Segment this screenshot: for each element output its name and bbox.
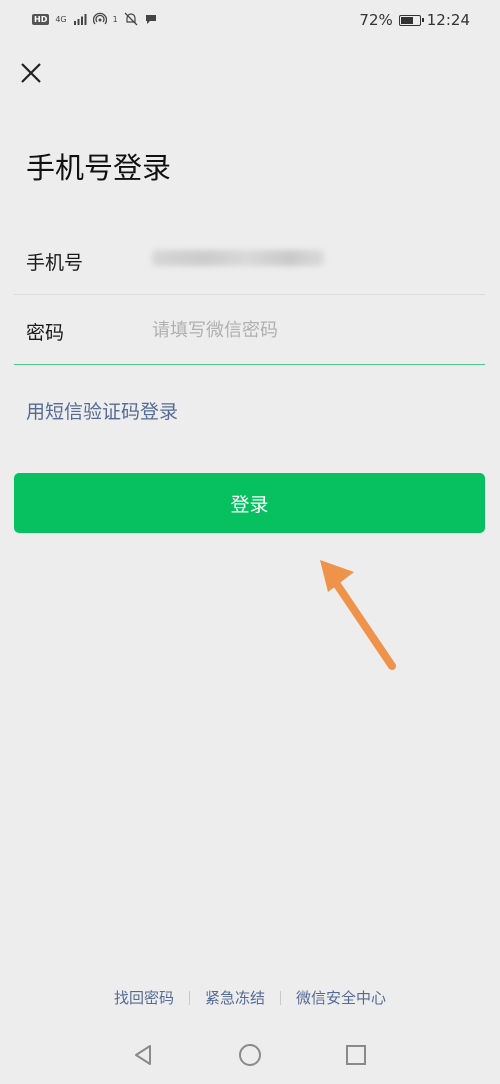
- square-recent-icon[interactable]: [343, 1042, 369, 1068]
- phone-row: 手机号: [14, 226, 485, 295]
- battery-percent: 72%: [359, 11, 393, 29]
- password-row: 密码: [14, 296, 485, 365]
- page-title: 手机号登录: [26, 151, 172, 185]
- close-icon[interactable]: [18, 60, 44, 86]
- security-center-link[interactable]: 微信安全中心: [296, 987, 386, 1008]
- hotspot-icon: [92, 12, 107, 25]
- arrow-up-left-icon: [320, 560, 396, 670]
- system-nav-bar: [0, 1030, 500, 1084]
- battery-fill: [400, 16, 413, 24]
- notification-count: 1: [112, 14, 118, 24]
- phone-label: 手机号: [26, 252, 84, 274]
- find-password-link[interactable]: 找回密码: [114, 987, 174, 1008]
- signal-icon: [73, 14, 87, 25]
- footer-divider: [188, 990, 190, 1005]
- sms-login-link[interactable]: 用短信验证码登录: [26, 397, 178, 424]
- mute-bell-icon: [124, 12, 138, 26]
- clock-time: 12:24: [426, 11, 470, 29]
- circle-home-icon[interactable]: [237, 1042, 263, 1068]
- login-button[interactable]: 登录: [14, 473, 485, 533]
- hd-badge: HD: [32, 13, 50, 25]
- status-bar: HD 4G 1 72% 12:24: [0, 0, 500, 42]
- network-type: 4G: [55, 14, 67, 24]
- phone-number-field[interactable]: [152, 250, 324, 266]
- message-bubble-icon: [145, 15, 156, 24]
- emergency-freeze-link[interactable]: 紧急冻结: [205, 987, 265, 1008]
- password-label: 密码: [26, 322, 65, 344]
- status-right-info: 72% 12:24: [359, 11, 470, 29]
- status-left-icons: HD 4G 1: [32, 12, 158, 26]
- triangle-back-icon[interactable]: [130, 1042, 156, 1068]
- password-input[interactable]: [152, 312, 472, 348]
- footer-divider: [280, 990, 281, 1005]
- battery-icon: [398, 14, 424, 26]
- footer-links: 找回密码 紧急冻结 微信安全中心: [0, 987, 500, 1008]
